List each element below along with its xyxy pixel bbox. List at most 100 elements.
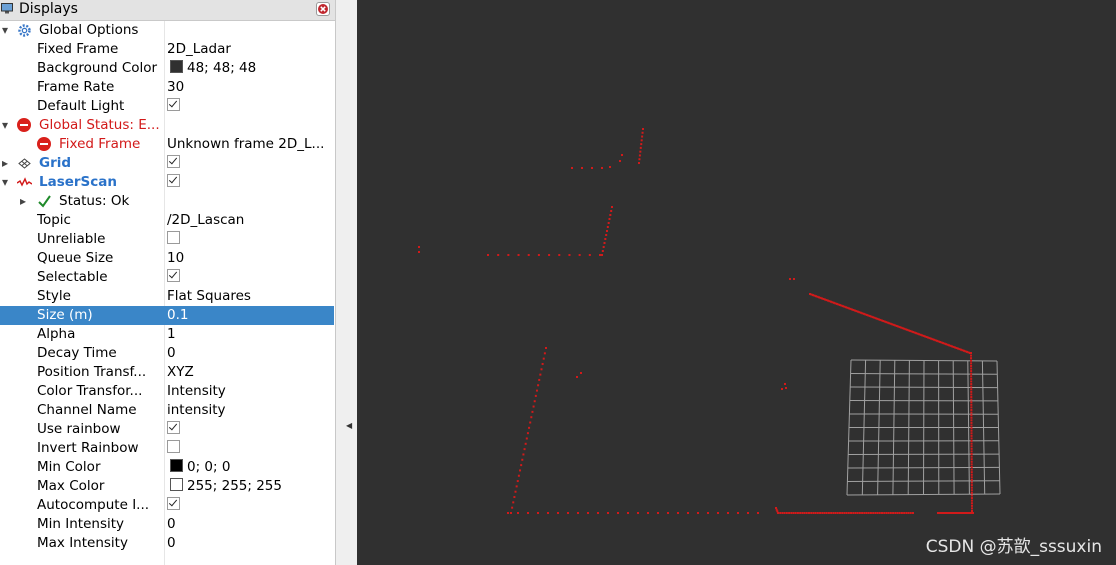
- row-value[interactable]: Unknown frame 2D_L...: [167, 135, 333, 154]
- row-value-text: 255; 255; 255: [187, 478, 282, 494]
- tree-row-size-m[interactable]: Size (m) 0.1: [0, 306, 334, 325]
- tree-row-autocompute-i[interactable]: Autocompute I...: [0, 496, 334, 515]
- row-value-text: 10: [167, 250, 185, 266]
- checkbox[interactable]: [167, 174, 180, 187]
- checkbox[interactable]: [167, 440, 180, 453]
- row-label: Frame Rate: [37, 79, 115, 95]
- row-value[interactable]: [167, 230, 333, 249]
- tree-row-queue-size[interactable]: Queue Size 10: [0, 249, 334, 268]
- row-value[interactable]: [167, 496, 333, 515]
- collapse-arrow-icon[interactable]: ◀: [346, 421, 352, 430]
- row-value-text: 2D_Ladar: [167, 41, 231, 57]
- tree-row-use-rainbow[interactable]: Use rainbow: [0, 420, 334, 439]
- row-value[interactable]: Intensity: [167, 382, 333, 401]
- row-value[interactable]: 0: [167, 534, 333, 553]
- row-value[interactable]: 0.1: [167, 306, 333, 325]
- checkbox[interactable]: [167, 155, 180, 168]
- panel-titlebar: Displays: [0, 0, 335, 21]
- row-label: Min Color: [37, 459, 101, 475]
- tree-row-selectable[interactable]: Selectable: [0, 268, 334, 287]
- laserscan-icon: [16, 175, 33, 190]
- expand-arrow-icon[interactable]: ▾: [0, 116, 10, 135]
- row-value[interactable]: XYZ: [167, 363, 333, 382]
- error-icon: [37, 137, 52, 152]
- row-value[interactable]: 0: [167, 344, 333, 363]
- tree-row-topic[interactable]: Topic/2D_Lascan: [0, 211, 334, 230]
- tree-row-style[interactable]: Style Flat Squares: [0, 287, 334, 306]
- color-swatch[interactable]: [170, 60, 183, 73]
- tree-row-fixed-frame[interactable]: Fixed Frame 2D_Ladar: [0, 40, 334, 59]
- row-value[interactable]: [167, 268, 333, 287]
- collapse-arrow-icon[interactable]: ▸: [18, 192, 28, 211]
- tree-row-background-color[interactable]: Background Color 48; 48; 48: [0, 59, 334, 78]
- expand-arrow-icon[interactable]: ▾: [0, 173, 10, 192]
- row-value[interactable]: [167, 420, 333, 439]
- tree-row-decay-time[interactable]: Decay Time 0: [0, 344, 334, 363]
- panel-splitter[interactable]: ◀: [336, 0, 357, 565]
- row-value[interactable]: 48; 48; 48: [167, 59, 333, 78]
- tree-row-default-light[interactable]: Default Light: [0, 97, 334, 116]
- row-value[interactable]: 0; 0; 0: [167, 458, 333, 477]
- row-value[interactable]: 255; 255; 255: [167, 477, 333, 496]
- row-label: Status: Ok: [59, 193, 130, 209]
- checkbox[interactable]: [167, 269, 180, 282]
- tree-row-channel-name[interactable]: Channel Name intensity: [0, 401, 334, 420]
- tree-row-position-transf[interactable]: Position Transf... XYZ: [0, 363, 334, 382]
- tree-row-frame-rate[interactable]: Frame Rate 30: [0, 78, 334, 97]
- row-value-text: 0: [167, 345, 176, 361]
- row-value[interactable]: 2D_Ladar: [167, 40, 333, 59]
- row-value[interactable]: [167, 173, 333, 192]
- checkbox[interactable]: [167, 497, 180, 510]
- error-icon: [17, 118, 32, 133]
- checkbox[interactable]: [167, 98, 180, 111]
- tree-row-max-color[interactable]: Max Color 255; 255; 255: [0, 477, 334, 496]
- row-value-text: /2D_Lascan: [167, 212, 245, 228]
- row-value-text: 0: [167, 535, 176, 551]
- row-label: Channel Name: [37, 402, 137, 418]
- row-value[interactable]: /2D_Lascan: [167, 211, 333, 230]
- checkbox[interactable]: [167, 231, 180, 244]
- row-value[interactable]: 10: [167, 249, 333, 268]
- tree-row-status-ok[interactable]: ▸ Status: Ok: [0, 192, 334, 211]
- color-swatch[interactable]: [170, 478, 183, 491]
- row-label: Invert Rainbow: [37, 440, 139, 456]
- row-label: Fixed Frame: [59, 136, 141, 152]
- row-value[interactable]: [167, 154, 333, 173]
- tree-row-global-status-e[interactable]: ▾ Global Status: E...: [0, 116, 334, 135]
- row-value[interactable]: 0: [167, 515, 333, 534]
- tree-row-fixed-frame[interactable]: Fixed Frame Unknown frame 2D_L...: [0, 135, 334, 154]
- row-value[interactable]: Flat Squares: [167, 287, 333, 306]
- row-label: Use rainbow: [37, 421, 121, 437]
- checkbox[interactable]: [167, 421, 180, 434]
- tree-row-color-transfor[interactable]: Color Transfor... Intensity: [0, 382, 334, 401]
- color-swatch[interactable]: [170, 459, 183, 472]
- row-value[interactable]: intensity: [167, 401, 333, 420]
- row-value-text: Flat Squares: [167, 288, 251, 304]
- row-label: Default Light: [37, 98, 125, 114]
- row-label: LaserScan: [39, 174, 118, 190]
- monitor-icon: [1, 3, 13, 14]
- tree-row-unreliable[interactable]: Unreliable: [0, 230, 334, 249]
- row-value[interactable]: [167, 439, 333, 458]
- tree-row-alpha[interactable]: Alpha 1: [0, 325, 334, 344]
- row-label: Color Transfor...: [37, 383, 143, 399]
- tree-row-laserscan[interactable]: ▾ LaserScan: [0, 173, 334, 192]
- expand-arrow-icon[interactable]: ▾: [0, 21, 10, 40]
- row-label: Min Intensity: [37, 516, 125, 532]
- tree-row-invert-rainbow[interactable]: Invert Rainbow: [0, 439, 334, 458]
- tree-row-global-options[interactable]: ▾ Global Options: [0, 21, 334, 40]
- row-value[interactable]: 30: [167, 78, 333, 97]
- row-label: Global Options: [39, 22, 139, 38]
- tree-row-max-intensity[interactable]: Max Intensity 0: [0, 534, 334, 553]
- row-value[interactable]: [167, 97, 333, 116]
- collapse-arrow-icon[interactable]: ▸: [0, 154, 10, 173]
- tree-row-min-intensity[interactable]: Min Intensity 0: [0, 515, 334, 534]
- tree-row-min-color[interactable]: Min Color 0; 0; 0: [0, 458, 334, 477]
- row-value[interactable]: 1: [167, 325, 333, 344]
- gear-icon: [17, 23, 32, 38]
- row-label: Style: [37, 288, 71, 304]
- row-label: Max Color: [37, 478, 105, 494]
- close-panel-button[interactable]: [316, 2, 330, 16]
- 3d-viewport[interactable]: CSDN @苏歆_sssuxin: [357, 0, 1116, 565]
- tree-row-grid[interactable]: ▸ Grid: [0, 154, 334, 173]
